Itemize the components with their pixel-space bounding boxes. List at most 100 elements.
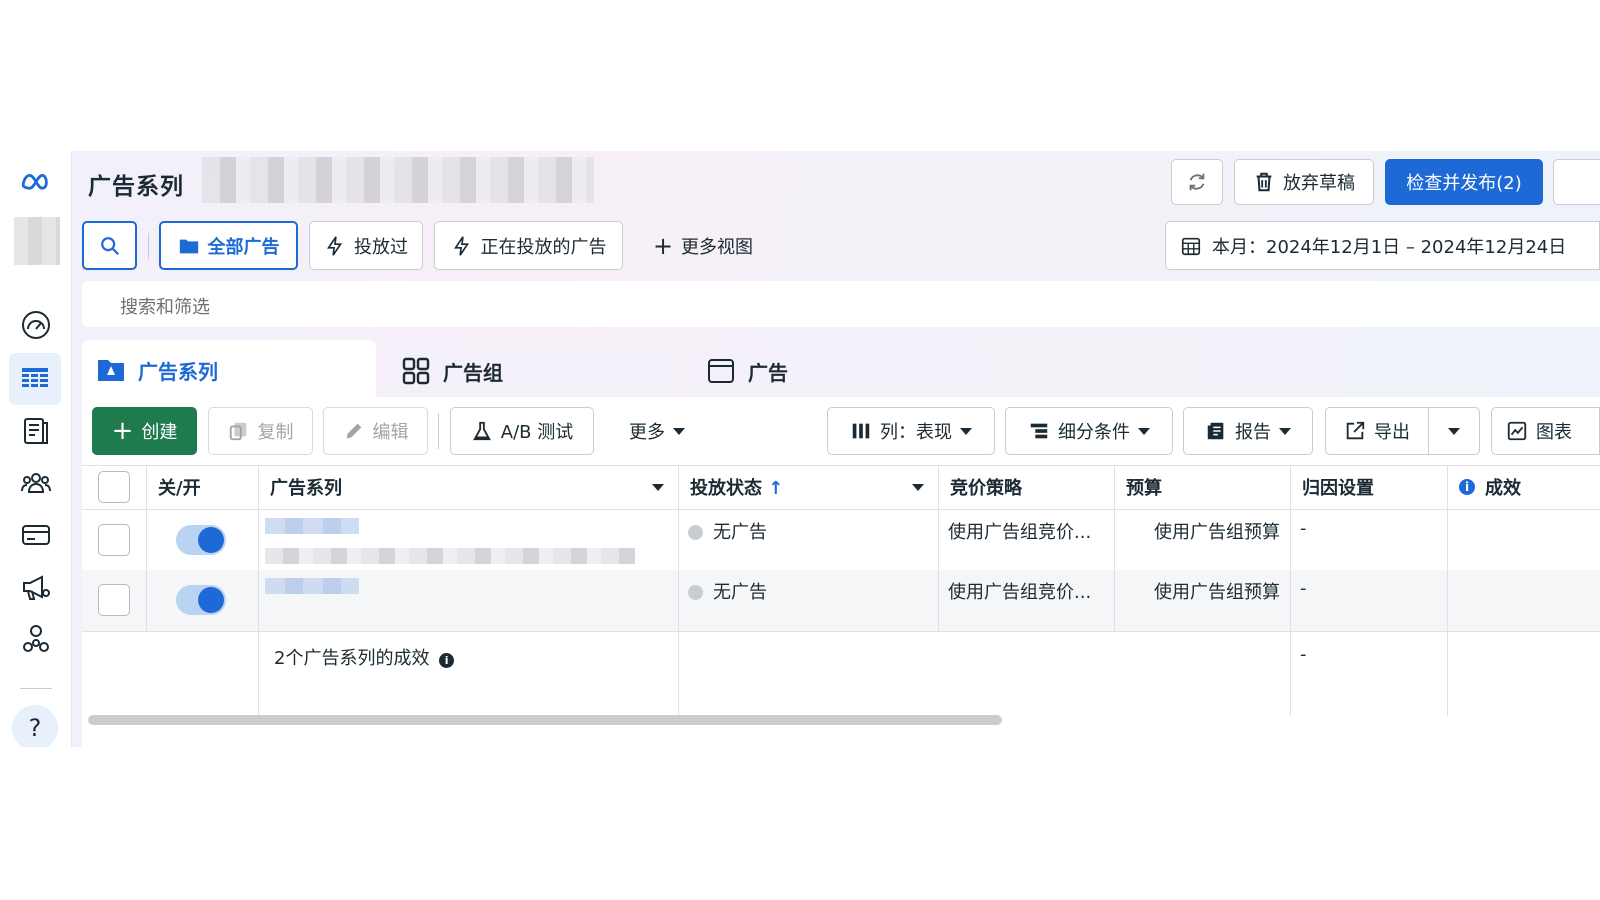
- row-checkbox[interactable]: [98, 524, 130, 556]
- plus-icon: +: [111, 416, 134, 446]
- attribution-cell: -: [1290, 570, 1448, 631]
- topbar: 广告系列 放弃草稿 检查并发布(2): [72, 151, 1600, 217]
- header-campaign[interactable]: 广告系列: [258, 465, 679, 509]
- results-cell: [1447, 510, 1600, 570]
- row-checkbox[interactable]: [98, 584, 130, 616]
- meta-logo-icon[interactable]: [14, 161, 58, 201]
- table-row[interactable]: 无广告 使用广告组竞价... 使用广告组预算 -: [82, 570, 1600, 631]
- summary-row: 2个广告系列的成效 i -: [82, 632, 1600, 716]
- header-attribution[interactable]: 归因设置: [1290, 465, 1448, 509]
- ad-set-grid-icon: [402, 357, 430, 385]
- breakdown-dropdown[interactable]: 细分条件: [1005, 407, 1173, 455]
- campaign-on-off-toggle[interactable]: [176, 585, 226, 615]
- attribution-cell: -: [1290, 510, 1448, 570]
- report-icon: [1207, 422, 1224, 440]
- account-avatar[interactable]: [14, 217, 60, 265]
- more-actions-dropdown[interactable]: 更多: [612, 407, 702, 455]
- header-budget[interactable]: 预算: [1114, 465, 1291, 509]
- calendar-grid-icon: [1181, 237, 1201, 255]
- discard-draft-button[interactable]: 放弃草稿: [1234, 159, 1374, 205]
- summary-attribution: -: [1290, 632, 1448, 716]
- business-network-icon[interactable]: [14, 619, 58, 659]
- reports-dropdown[interactable]: 报告: [1183, 407, 1313, 455]
- campaign-on-off-toggle[interactable]: [176, 525, 226, 555]
- ad-window-icon: [708, 359, 734, 383]
- budget-cell[interactable]: 使用广告组预算: [1114, 570, 1291, 631]
- select-all-checkbox[interactable]: [98, 471, 130, 503]
- redacted-account-name: [202, 157, 594, 203]
- audiences-people-icon[interactable]: [14, 463, 58, 503]
- header-toggle[interactable]: 关/开: [146, 465, 259, 509]
- beaker-icon: [472, 421, 491, 441]
- campaigns-panel: + 创建 复制 编辑 A/B 测试 更多 列：表现 细分条件 报告 导出 图表 …: [82, 397, 1600, 747]
- duplicate-button[interactable]: 复制: [208, 407, 313, 455]
- ad-tools-megaphone-icon[interactable]: [14, 567, 58, 607]
- chevron-down-icon: [1448, 427, 1460, 435]
- create-button[interactable]: + 创建: [92, 407, 197, 455]
- campaign-name-cell[interactable]: [258, 570, 679, 631]
- view-all-ads-button[interactable]: 全部广告: [159, 221, 298, 270]
- charts-button[interactable]: 图表: [1491, 407, 1600, 455]
- redacted-campaign-id: [265, 548, 635, 564]
- page-title: 广告系列: [88, 174, 184, 200]
- folder-icon: [179, 239, 198, 253]
- billing-card-icon[interactable]: [14, 515, 58, 555]
- budget-cell[interactable]: 使用广告组预算: [1114, 510, 1291, 570]
- ads-manager-window: ? 广告系列 放弃草稿 检查并发布(2) 全部广告 投放过 正在投放的广告 + …: [0, 151, 1600, 747]
- chevron-down-icon: [1138, 427, 1150, 435]
- chevron-down-icon: [1279, 427, 1291, 435]
- export-options-dropdown[interactable]: [1428, 407, 1480, 455]
- horizontal-scrollbar[interactable]: [88, 715, 1002, 725]
- view-delivered-button[interactable]: 投放过: [309, 221, 423, 270]
- search-icon: [100, 236, 119, 255]
- date-range-picker[interactable]: 本月：2024年12月1日 – 2024年12月24日: [1165, 221, 1600, 270]
- bid-strategy-cell[interactable]: 使用广告组竞价...: [938, 570, 1115, 631]
- results-cell: [1447, 570, 1600, 631]
- lightning-icon: [327, 235, 343, 256]
- delivery-status: 无广告: [713, 522, 767, 543]
- chevron-down-icon[interactable]: [912, 483, 924, 491]
- edit-button[interactable]: 编辑: [323, 407, 428, 455]
- campaign-name-cell[interactable]: [258, 510, 679, 570]
- info-icon[interactable]: i: [439, 653, 455, 668]
- export-icon: [1346, 421, 1365, 440]
- export-button[interactable]: 导出: [1325, 407, 1429, 455]
- header-bid-strategy[interactable]: 竞价策略: [938, 465, 1115, 509]
- chevron-down-icon[interactable]: [652, 483, 664, 491]
- header-delivery[interactable]: 投放状态 ↑: [678, 465, 939, 509]
- ab-test-button[interactable]: A/B 测试: [450, 407, 594, 455]
- tab-campaigns[interactable]: 广告系列: [82, 340, 376, 400]
- refresh-button[interactable]: [1171, 159, 1223, 205]
- help-question-icon[interactable]: ?: [12, 705, 58, 747]
- more-options-button[interactable]: [1553, 159, 1600, 205]
- columns-icon: [852, 423, 870, 439]
- review-and-publish-button[interactable]: 检查并发布(2): [1385, 159, 1543, 205]
- main-area: 广告系列 放弃草稿 检查并发布(2) 全部广告 投放过 正在投放的广告 + 更多…: [72, 151, 1600, 747]
- redacted-campaign-name: [265, 578, 359, 594]
- tab-ad-sets[interactable]: 广告组: [387, 344, 681, 398]
- status-dot-icon: [688, 525, 703, 540]
- delivery-status: 无广告: [713, 582, 767, 603]
- trash-icon: [1256, 172, 1272, 192]
- view-active-ads-button[interactable]: 正在投放的广告: [434, 221, 623, 270]
- more-views-button[interactable]: + 更多视图: [638, 221, 768, 270]
- dashboard-gauge-icon[interactable]: [14, 305, 58, 345]
- campaigns-table-icon[interactable]: [9, 353, 61, 405]
- copy-icon: [229, 422, 246, 441]
- pages-document-icon[interactable]: [14, 411, 58, 451]
- header-results[interactable]: i 成效: [1447, 465, 1600, 509]
- refresh-icon: [1189, 173, 1205, 191]
- sort-ascending-icon: ↑: [768, 478, 784, 499]
- campaign-folder-icon: [98, 360, 124, 381]
- view-divider: [148, 233, 149, 259]
- table-row[interactable]: 无广告 使用广告组竞价... 使用广告组预算 -: [82, 510, 1600, 570]
- search-filter-placeholder: 搜索和筛选: [120, 297, 210, 318]
- tab-ads[interactable]: 广告: [692, 344, 986, 398]
- columns-dropdown[interactable]: 列：表现: [827, 407, 995, 455]
- search-filter-bar[interactable]: 搜索和筛选: [82, 281, 1600, 327]
- lightning-icon: [453, 235, 469, 256]
- table-header-row: 关/开 广告系列 投放状态 ↑ 竞价策略 预算 归因设置 i 成效: [82, 465, 1600, 509]
- search-button[interactable]: [82, 221, 137, 270]
- info-icon[interactable]: i: [1459, 479, 1475, 495]
- bid-strategy-cell[interactable]: 使用广告组竞价...: [938, 510, 1115, 570]
